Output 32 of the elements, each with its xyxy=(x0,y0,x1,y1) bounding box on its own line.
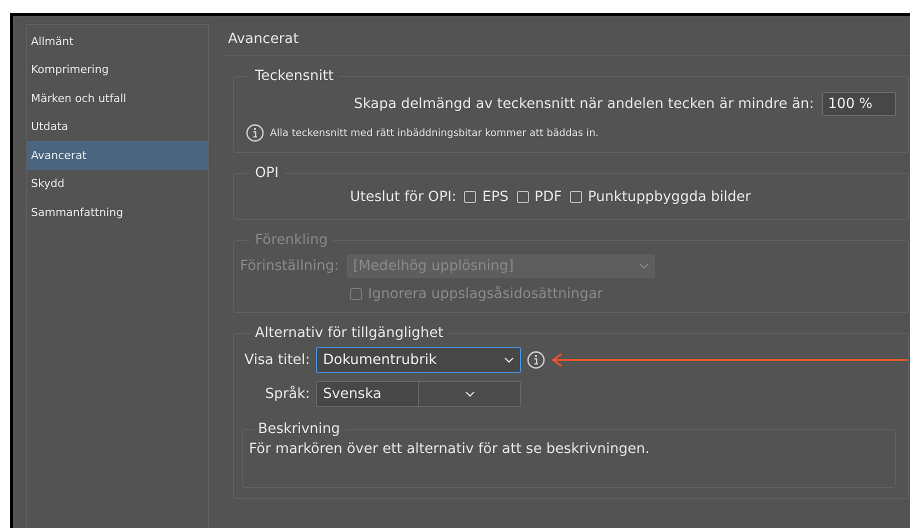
sidebar-item[interactable]: Märken och utfall xyxy=(27,84,208,112)
language-dropdown[interactable]: Svenska xyxy=(316,381,521,407)
title-label: Visa titel: xyxy=(243,352,310,368)
language-label: Språk: xyxy=(264,386,310,402)
description-text: För markören över ett alternativ för att se beskrivningen. xyxy=(249,441,651,457)
sidebar-item[interactable]: Sammanfattning xyxy=(27,198,208,226)
chevron-down-icon xyxy=(639,263,650,269)
page-title: Avancerat xyxy=(224,24,910,56)
group-title: OPI xyxy=(254,165,280,181)
info-icon xyxy=(246,124,264,142)
chevron-down-icon xyxy=(504,357,514,363)
sidebar-item[interactable]: Skydd xyxy=(27,170,208,198)
chevron-down-icon xyxy=(464,391,474,397)
checkbox[interactable] xyxy=(464,191,476,203)
group-title: Alternativ för tillgänglighet xyxy=(254,325,444,341)
checkbox[interactable] xyxy=(570,191,582,203)
opi-label: Uteslut för OPI: xyxy=(350,189,456,205)
sidebar-item[interactable]: Utdata xyxy=(27,112,208,141)
title-dropdown[interactable]: Dokumentrubrik xyxy=(316,347,521,373)
checkbox[interactable] xyxy=(516,191,529,203)
checkbox-label: PDF xyxy=(534,189,562,205)
percent-field[interactable]: 100 % xyxy=(822,92,896,116)
group-title: Beskrivning xyxy=(257,421,342,437)
info-text: Alla teckensnitt med rätt inbäddningsbitar kommer att bäddas in. xyxy=(270,128,599,138)
group-title: Teckensnitt xyxy=(254,68,335,84)
checkbox-label: Punktuppbyggda bilder xyxy=(588,189,751,205)
sidebar-item[interactable]: Komprimering xyxy=(27,56,208,84)
sidebar-item[interactable]: Allmänt xyxy=(27,27,208,56)
info-icon xyxy=(527,351,545,369)
subset-label: Skapa delmängd av teckensnitt när andelen tecken är mindre än: xyxy=(354,96,814,112)
sidebar-item[interactable]: Avancerat xyxy=(27,141,208,170)
checkbox-label: EPS xyxy=(482,189,509,205)
